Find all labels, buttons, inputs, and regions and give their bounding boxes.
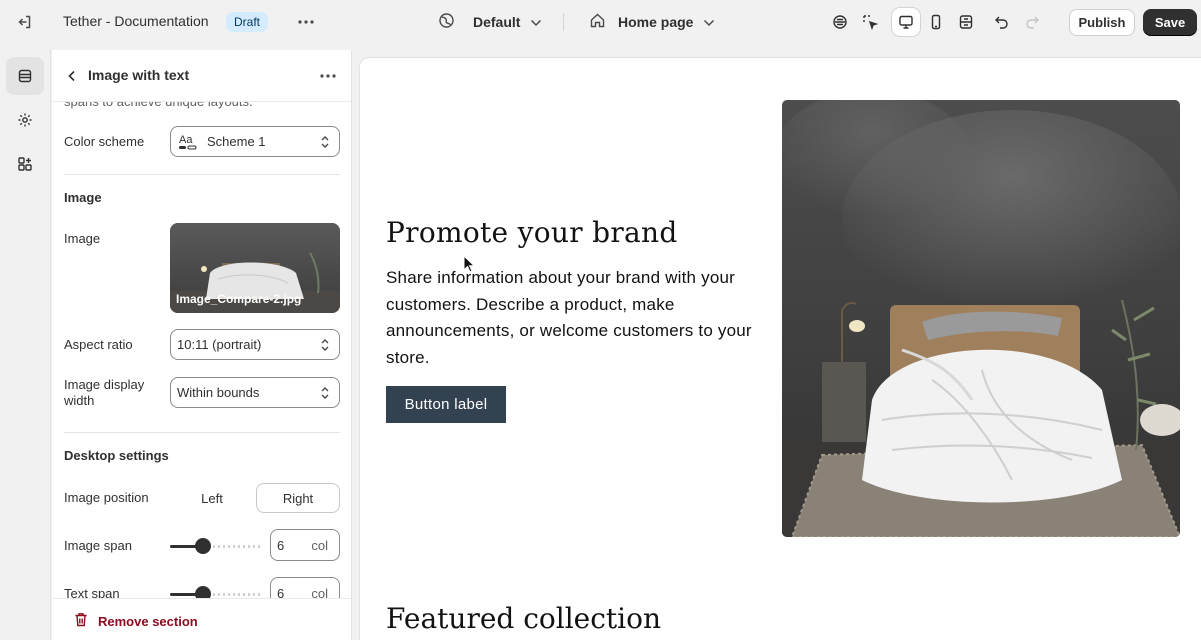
- more-options-icon[interactable]: [295, 11, 317, 33]
- save-button[interactable]: Save: [1143, 9, 1197, 36]
- image-section-heading: Image: [64, 190, 102, 205]
- panel-footer: Remove section: [52, 598, 351, 640]
- image-span-input[interactable]: 6 col: [270, 529, 340, 561]
- sections-icon[interactable]: [6, 57, 44, 95]
- color-scheme-select[interactable]: Aa Scheme 1: [170, 126, 340, 157]
- image-label: Image: [64, 231, 101, 246]
- context-label: Default: [473, 14, 521, 30]
- publish-button[interactable]: Publish: [1069, 9, 1135, 36]
- more-options-icon[interactable]: [317, 65, 339, 87]
- color-scheme-value: Scheme 1: [207, 134, 266, 149]
- select-arrows-icon: [320, 338, 330, 355]
- divider: [563, 13, 564, 31]
- select-arrows-icon: [320, 135, 330, 152]
- section-heading[interactable]: Promote your brand: [386, 216, 678, 249]
- section-image[interactable]: [782, 100, 1180, 537]
- preview-toolbar: [826, 8, 1048, 36]
- top-bar: Tether - Documentation Draft Default Hom…: [0, 0, 1201, 44]
- page-label: Home page: [618, 14, 694, 30]
- settings-gear-icon[interactable]: [6, 101, 44, 139]
- home-icon: [589, 12, 606, 32]
- image-position-label: Image position: [64, 490, 149, 505]
- page-selector[interactable]: Home page: [589, 10, 715, 34]
- inspector-icon[interactable]: [826, 8, 854, 36]
- divider: [64, 174, 340, 175]
- slider-track: [203, 545, 261, 548]
- slider-thumb[interactable]: [195, 538, 211, 554]
- unit-label: col: [311, 538, 328, 553]
- remove-section-label: Remove section: [98, 613, 198, 629]
- status-badge: Draft: [226, 12, 269, 32]
- sidebar-rail: [0, 50, 51, 640]
- image-filename: Image_Compare-2.jpg: [176, 292, 302, 306]
- aspect-ratio-label: Aspect ratio: [64, 337, 133, 352]
- mouse-cursor-icon: [463, 254, 476, 276]
- fullscreen-icon[interactable]: [952, 8, 980, 36]
- display-width-label: Image display width: [64, 377, 144, 409]
- image-span-slider[interactable]: [170, 538, 262, 554]
- bedroom-image: [782, 100, 1180, 537]
- desktop-settings-heading: Desktop settings: [64, 448, 169, 463]
- panel-header: Image with text: [52, 50, 351, 102]
- image-picker[interactable]: Image_Compare-2.jpg: [170, 223, 340, 313]
- color-scheme-icon: Aa: [177, 132, 199, 152]
- display-width-value: Within bounds: [177, 385, 260, 400]
- divider: [64, 432, 340, 433]
- position-right-option[interactable]: Right: [256, 483, 340, 513]
- redo-icon[interactable]: [1018, 8, 1046, 36]
- cta-button[interactable]: Button label: [386, 386, 506, 423]
- apps-icon[interactable]: [6, 145, 44, 183]
- chevron-down-icon: [703, 14, 715, 30]
- image-position-toggle: Left Right: [170, 483, 340, 513]
- mobile-view-icon[interactable]: [922, 8, 950, 36]
- panel-title: Image with text: [88, 67, 190, 83]
- slider-track: [203, 593, 261, 596]
- back-icon[interactable]: [62, 66, 82, 86]
- chevron-down-icon: [530, 14, 542, 30]
- desktop-view-icon[interactable]: [892, 8, 920, 36]
- undo-icon[interactable]: [988, 8, 1016, 36]
- position-left-option[interactable]: Left: [170, 483, 254, 513]
- display-width-label-line: Image display: [64, 377, 145, 392]
- section-settings-panel: Image with text spans to achieve unique …: [52, 50, 352, 640]
- aspect-ratio-select[interactable]: 10:11 (portrait): [170, 329, 340, 360]
- storefront-preview: Promote your brand Share information abo…: [359, 57, 1201, 640]
- image-span-label: Image span: [64, 538, 132, 553]
- remove-section-button[interactable]: Remove section: [74, 612, 198, 630]
- select-arrows-icon: [320, 386, 330, 403]
- exit-icon[interactable]: [14, 11, 36, 33]
- aspect-ratio-value: 10:11 (portrait): [177, 337, 262, 352]
- svg-text:Aa: Aa: [179, 134, 193, 146]
- color-scheme-label: Color scheme: [64, 134, 145, 149]
- theme-name: Tether - Documentation: [63, 13, 209, 29]
- section-body-text[interactable]: Share information about your brand with …: [386, 265, 756, 371]
- trash-icon: [74, 612, 88, 630]
- next-section-heading: Featured collection: [386, 602, 662, 635]
- display-width-label-line: width: [64, 393, 95, 408]
- globe-icon: [438, 12, 455, 32]
- select-element-icon[interactable]: [856, 8, 884, 36]
- image-span-value: 6: [277, 538, 285, 553]
- context-selector[interactable]: Default: [438, 10, 542, 34]
- display-width-select[interactable]: Within bounds: [170, 377, 340, 408]
